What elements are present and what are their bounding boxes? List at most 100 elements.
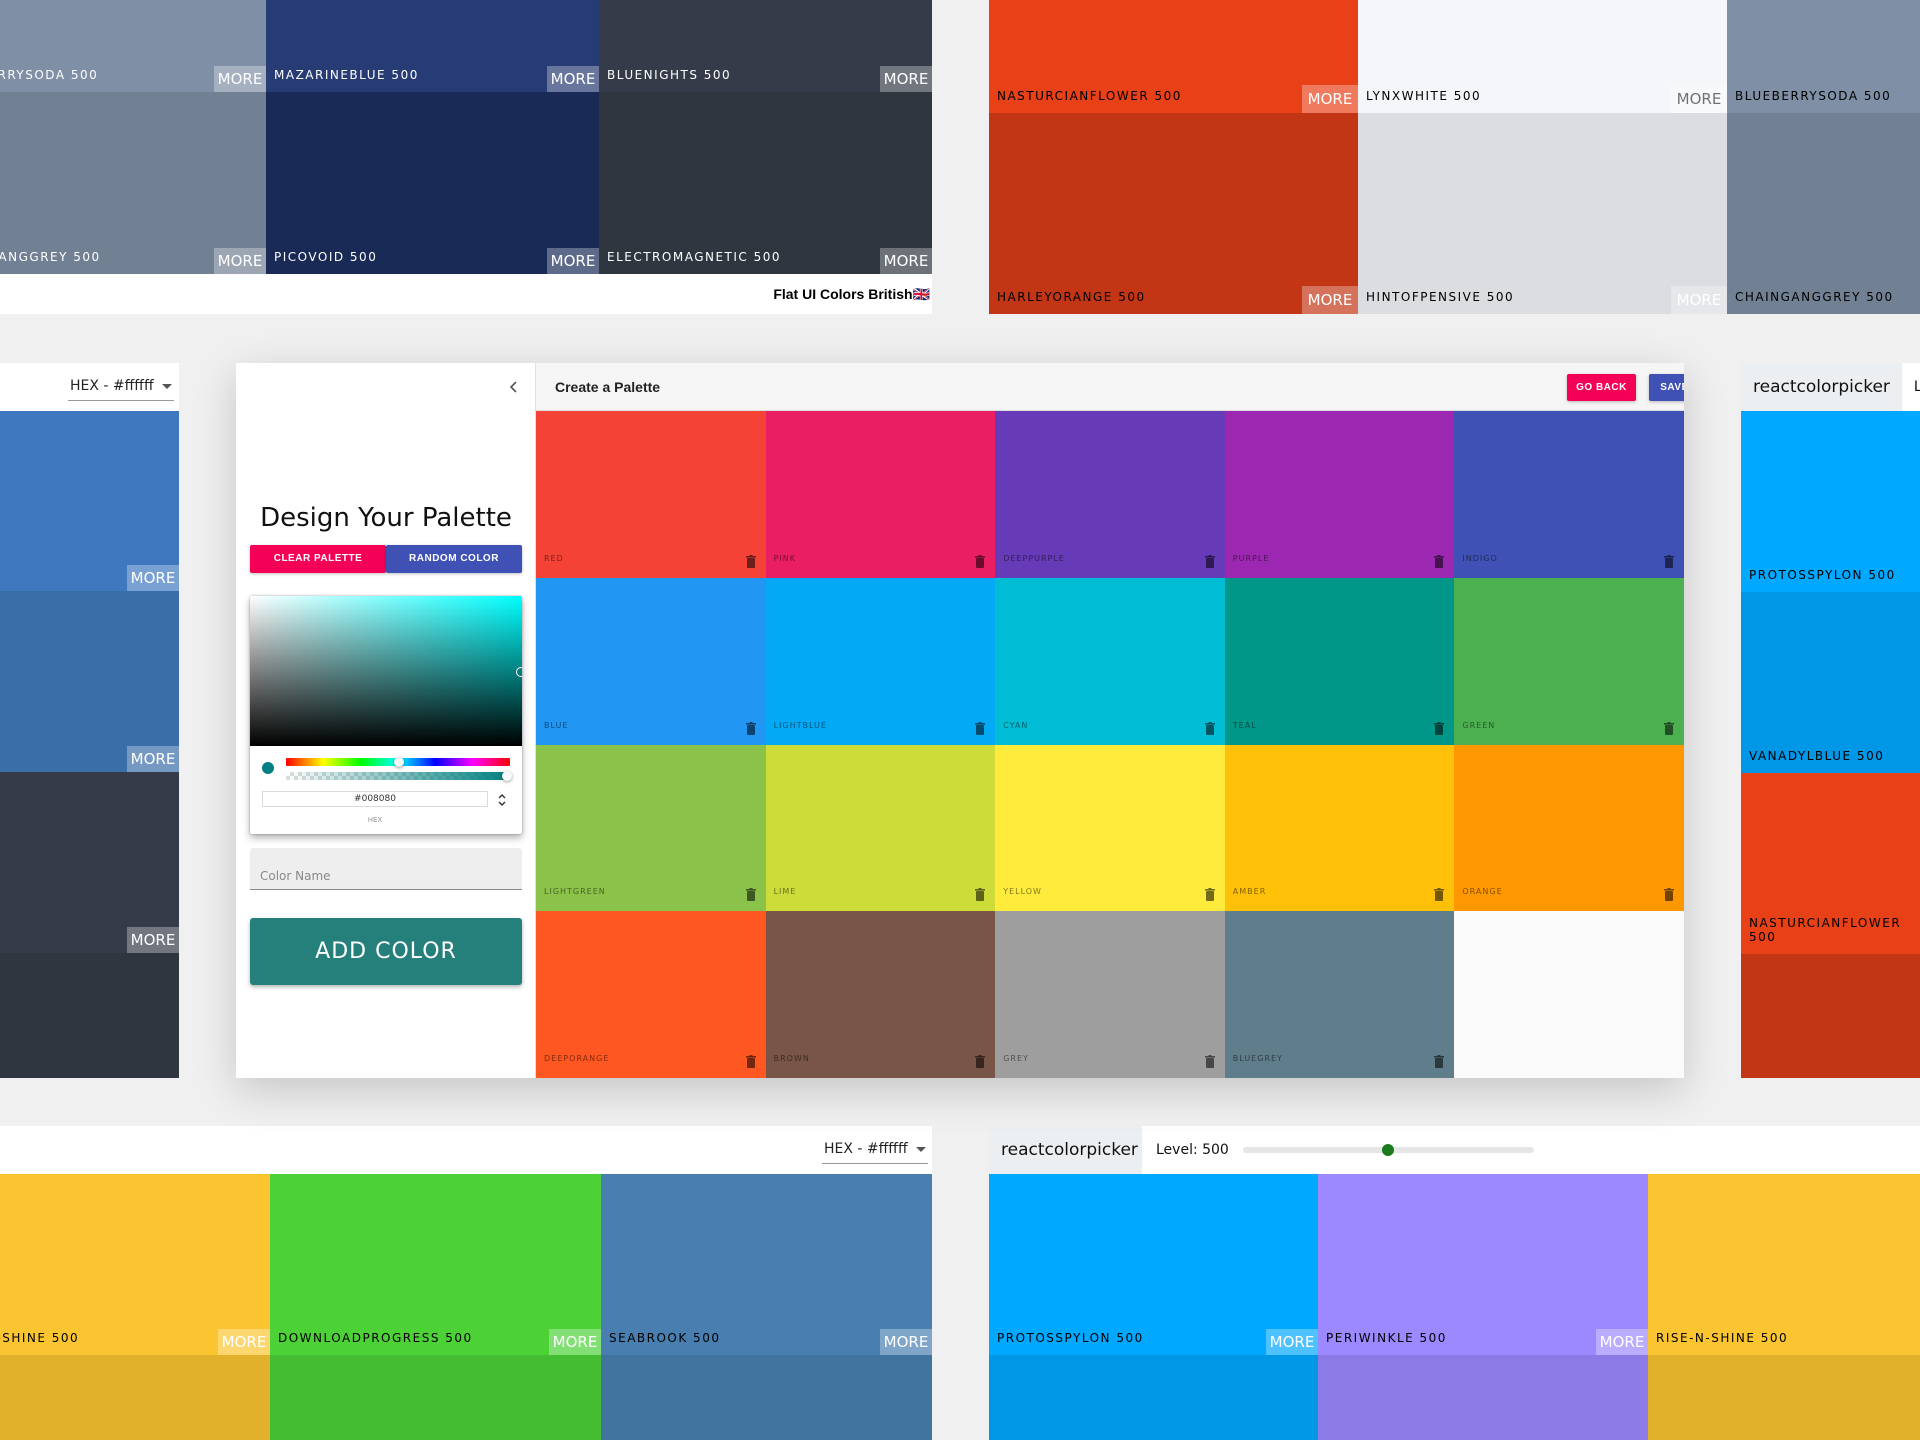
draggable-color-box[interactable]: lightgreen bbox=[536, 744, 766, 912]
trash-icon[interactable] bbox=[745, 888, 756, 902]
draggable-color-box[interactable]: teal bbox=[1224, 577, 1455, 745]
chevron-left-icon[interactable] bbox=[506, 379, 522, 395]
draggable-color-box[interactable]: deeporange bbox=[536, 911, 766, 1078]
trash-icon[interactable] bbox=[1663, 554, 1674, 568]
color-box[interactable]: PROTOSSPYLON 500 MORE bbox=[989, 1174, 1318, 1355]
color-box[interactable]: MORE bbox=[0, 591, 179, 772]
draggable-color-box[interactable]: grey bbox=[995, 911, 1225, 1078]
color-box[interactable]: CHAINGANGGREY 500 bbox=[1727, 113, 1920, 314]
color-box[interactable]: BLUEBERRYSODA 500 MORE bbox=[0, 0, 266, 92]
format-toggle-icon[interactable] bbox=[496, 792, 508, 808]
more-button[interactable]: MORE bbox=[214, 66, 266, 92]
more-button[interactable]: MORE bbox=[1302, 85, 1358, 113]
more-button[interactable]: MORE bbox=[547, 66, 599, 92]
more-button[interactable]: MORE bbox=[880, 66, 932, 92]
color-box[interactable]: PROTOSSPYLON 500 bbox=[1741, 411, 1920, 592]
more-button[interactable]: MORE bbox=[218, 1329, 270, 1355]
color-box[interactable]: NASTURCIANFLOWER 500 bbox=[1741, 773, 1920, 954]
trash-icon[interactable] bbox=[975, 1055, 986, 1068]
trash-icon[interactable] bbox=[1204, 1055, 1215, 1068]
color-box[interactable] bbox=[1741, 954, 1920, 1078]
color-box[interactable] bbox=[601, 1355, 932, 1440]
trash-icon[interactable] bbox=[745, 1055, 756, 1068]
draggable-color-box[interactable]: deeppurple bbox=[995, 411, 1225, 578]
draggable-color-box[interactable]: yellow bbox=[995, 744, 1225, 912]
draggable-color-box[interactable]: red bbox=[536, 411, 766, 578]
trash-icon[interactable] bbox=[1663, 888, 1674, 902]
more-button[interactable]: MORE bbox=[127, 565, 179, 591]
draggable-color-box[interactable]: lightblue bbox=[765, 577, 996, 745]
draggable-color-box[interactable]: brown bbox=[765, 911, 996, 1078]
more-button[interactable]: MORE bbox=[127, 927, 179, 953]
more-button[interactable]: MORE bbox=[880, 1329, 932, 1355]
color-box[interactable]: NASTURCIANFLOWER 500 MORE bbox=[989, 0, 1358, 113]
trash-icon[interactable] bbox=[1204, 721, 1215, 735]
trash-icon[interactable] bbox=[745, 554, 756, 568]
saturation-pointer[interactable] bbox=[516, 667, 522, 677]
more-button[interactable]: MORE bbox=[1302, 286, 1358, 314]
draggable-color-box[interactable]: amber bbox=[1224, 744, 1455, 912]
save-button[interactable]: SAVE bbox=[1649, 374, 1684, 401]
draggable-color-box[interactable]: orange bbox=[1454, 744, 1684, 912]
more-button[interactable]: MORE bbox=[880, 248, 932, 274]
color-box[interactable]: MAZARINEBLUE 500 MORE bbox=[266, 0, 599, 92]
format-select[interactable]: HEX - #ffffff bbox=[822, 1135, 928, 1164]
more-button[interactable]: MORE bbox=[1671, 85, 1727, 113]
color-box[interactable] bbox=[1648, 1355, 1920, 1440]
trash-icon[interactable] bbox=[1204, 554, 1215, 568]
color-box[interactable] bbox=[1318, 1355, 1648, 1440]
color-box[interactable]: LYNXWHITE 500 MORE bbox=[1358, 0, 1727, 113]
trash-icon[interactable] bbox=[975, 888, 986, 902]
color-box[interactable]: RISE-N-SHINE 500 MORE bbox=[0, 1174, 270, 1355]
color-box[interactable]: SEABROOK 500 MORE bbox=[601, 1174, 932, 1355]
more-button[interactable]: MORE bbox=[127, 746, 179, 772]
trash-icon[interactable] bbox=[975, 721, 986, 735]
color-box[interactable]: BLUENIGHTS 500 MORE bbox=[599, 0, 932, 92]
draggable-color-box[interactable]: purple bbox=[1224, 411, 1455, 578]
color-box[interactable]: DOWNLOADPROGRESS 500 MORE bbox=[270, 1174, 601, 1355]
draggable-color-box[interactable]: pink bbox=[765, 411, 996, 578]
clear-palette-button[interactable]: CLEAR PALETTE bbox=[250, 545, 386, 573]
color-box[interactable] bbox=[989, 1355, 1318, 1440]
trash-icon[interactable] bbox=[745, 721, 756, 735]
alpha-slider[interactable] bbox=[286, 771, 512, 781]
color-box[interactable]: VANADYLBLUE 500 bbox=[1741, 592, 1920, 773]
app-logo[interactable]: reactcolorpicker bbox=[1741, 363, 1902, 411]
color-box[interactable]: HARLEYORANGE 500 MORE bbox=[989, 113, 1358, 314]
more-button[interactable]: MORE bbox=[547, 248, 599, 274]
go-back-button[interactable]: GO BACK bbox=[1567, 374, 1636, 401]
level-slider[interactable] bbox=[1242, 1144, 1534, 1156]
format-select[interactable]: HEX - #ffffff bbox=[68, 372, 174, 401]
color-box[interactable]: MORE bbox=[0, 772, 179, 953]
draggable-color-box[interactable]: blue bbox=[536, 577, 766, 745]
hex-input[interactable]: #008080 bbox=[262, 791, 488, 807]
trash-icon[interactable] bbox=[1434, 1055, 1445, 1068]
color-box[interactable]: HINTOFPENSIVE 500 MORE bbox=[1358, 113, 1727, 314]
more-button[interactable]: MORE bbox=[549, 1329, 601, 1355]
color-box[interactable]: RISE-N-SHINE 500 bbox=[1648, 1174, 1920, 1355]
trash-icon[interactable] bbox=[1663, 721, 1674, 735]
more-button[interactable]: MORE bbox=[214, 248, 266, 274]
draggable-color-box[interactable]: cyan bbox=[995, 577, 1225, 745]
color-box[interactable]: PERIWINKLE 500 MORE bbox=[1318, 1174, 1648, 1355]
more-button[interactable]: MORE bbox=[1266, 1329, 1318, 1355]
hue-slider-handle[interactable] bbox=[394, 757, 404, 767]
draggable-color-box[interactable]: indigo bbox=[1454, 411, 1684, 578]
more-button[interactable]: MORE bbox=[1596, 1329, 1648, 1355]
hue-slider[interactable] bbox=[286, 757, 510, 767]
color-picker[interactable]: #008080 HEX bbox=[250, 596, 522, 834]
trash-icon[interactable] bbox=[1434, 554, 1445, 568]
add-color-button[interactable]: ADD COLOR bbox=[250, 918, 522, 985]
color-box[interactable] bbox=[0, 953, 179, 1078]
saturation-area[interactable] bbox=[250, 596, 522, 746]
color-box[interactable]: PICOVOID 500 MORE bbox=[266, 92, 599, 274]
color-box[interactable] bbox=[0, 1355, 270, 1440]
alpha-slider-handle[interactable] bbox=[502, 771, 512, 781]
level-slider-handle[interactable] bbox=[1382, 1144, 1395, 1156]
draggable-color-box[interactable]: lime bbox=[765, 744, 996, 912]
trash-icon[interactable] bbox=[1434, 888, 1445, 902]
color-box[interactable]: BLUEBERRYSODA 500 bbox=[1727, 0, 1920, 113]
color-box[interactable]: ELECTROMAGNETIC 500 MORE bbox=[599, 92, 932, 274]
color-box[interactable] bbox=[270, 1355, 601, 1440]
app-logo[interactable]: reactcolorpicker bbox=[989, 1126, 1142, 1174]
